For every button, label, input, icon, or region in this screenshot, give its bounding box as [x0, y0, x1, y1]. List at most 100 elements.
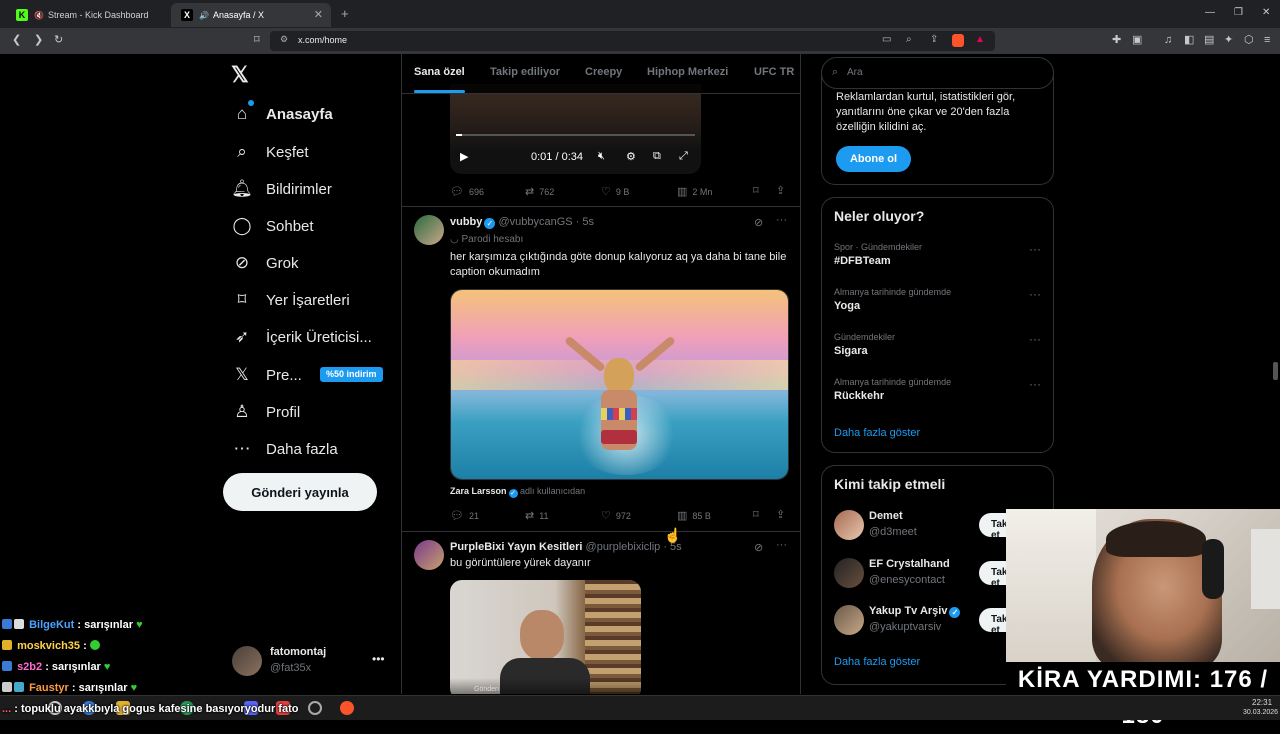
more-options-icon[interactable]: ··· — [1029, 377, 1041, 391]
fullscreen-icon[interactable]: ⤢ — [679, 150, 688, 163]
tab-ufc-tr[interactable]: UFC TR — [754, 66, 794, 78]
share-button[interactable]: ⇪ — [776, 184, 790, 197]
video-progress-track[interactable] — [456, 134, 695, 136]
minimize-icon[interactable]: — — [1205, 7, 1215, 18]
avatar[interactable] — [834, 605, 864, 635]
trend-item[interactable]: Gündemdekiler Sigara — [834, 332, 895, 357]
show-more-link[interactable]: Daha fazla göster — [834, 427, 920, 439]
share-button[interactable]: ⇪ — [776, 508, 790, 521]
brave-shield-icon[interactable] — [952, 34, 964, 47]
x-logo-icon[interactable]: 𝕏 — [231, 62, 249, 88]
clock-date[interactable]: 30.03.2026 — [1243, 709, 1278, 716]
video-player[interactable]: ▶ 0:01 / 0:34 🔇︎ ⚙ ⧉ ⤢ — [450, 84, 701, 174]
more-options-icon[interactable]: ··· — [1029, 242, 1041, 256]
trend-item[interactable]: Almanya tarihinde gündemde Yoga — [834, 287, 951, 312]
sidebar-item-bookmarks[interactable]: ⌑ Yer İşaretleri — [231, 285, 350, 315]
sidebar-item-grok[interactable]: ⊘ Grok — [231, 248, 299, 278]
tab-kick-dashboard[interactable]: K 🔇 Stream - Kick Dashboard — [6, 3, 168, 27]
avatar[interactable] — [414, 540, 444, 570]
menu-icon[interactable]: ≡ — [1264, 34, 1270, 46]
forward-icon[interactable]: ❯ — [34, 34, 43, 46]
more-options-icon[interactable]: ··· — [776, 214, 787, 226]
post-media[interactable]: Gönderi — [450, 580, 641, 694]
new-tab-button[interactable]: + — [341, 6, 349, 21]
tab-creepy[interactable]: Creepy — [585, 66, 622, 78]
brave-icon[interactable] — [340, 701, 354, 715]
more-options-icon[interactable]: ··· — [1029, 332, 1041, 346]
chat-username[interactable]: s2b2 — [17, 661, 42, 673]
more-options-icon[interactable]: ··· — [776, 539, 787, 551]
sidebar-item-profile[interactable]: ♙ Profil — [231, 397, 300, 427]
share-icon[interactable]: ⇪ — [930, 34, 938, 45]
bookmark-button[interactable]: ⌑ — [753, 184, 764, 197]
chat-username[interactable]: ... — [2, 703, 11, 715]
sidebar-item-premium[interactable]: 𝕏 Pre... — [231, 360, 302, 390]
tab-x-home[interactable]: X 🔊 Anasayfa / X ✕ — [171, 3, 331, 27]
author-handle[interactable]: @vubbycanGS · 5s — [498, 216, 594, 228]
suggest-name-row[interactable]: Yakup Tv Arşiv ✓ — [869, 605, 961, 618]
page-scrollbar[interactable] — [1273, 362, 1278, 380]
grok-icon[interactable]: ⊘ — [754, 216, 763, 229]
repost-button[interactable]: ⇄ 11 — [525, 509, 549, 522]
author-name[interactable]: PurpleBixi Yayın Kesitleri — [450, 541, 582, 553]
tab-for-you[interactable]: Sana özel — [414, 66, 465, 93]
post-media[interactable] — [450, 289, 789, 480]
tab-hiphop-merkezi[interactable]: Hiphop Merkezi — [647, 66, 728, 78]
url-field[interactable]: ⚙ x.com/home ▭ ⌕ ⇪ ▲ — [270, 31, 995, 51]
vpn-icon[interactable]: ⬡ — [1244, 34, 1254, 46]
sidebar-item-notifications[interactable]: 🔔︎ Bildirimler — [231, 174, 332, 204]
cast-icon[interactable]: ▭ — [882, 34, 891, 45]
like-button[interactable]: ♡ 972 — [601, 509, 631, 522]
grok-icon[interactable]: ⊘ — [754, 541, 763, 554]
mute-icon[interactable]: 🔇︎ — [598, 150, 605, 163]
bookmark-button[interactable]: ⌑ — [753, 508, 764, 521]
like-button[interactable]: ♡ 9 B — [601, 185, 629, 198]
play-icon[interactable]: ▶ — [460, 150, 468, 163]
tab-following[interactable]: Takip ediliyor — [490, 66, 560, 78]
wallet-icon[interactable]: ▤ — [1204, 34, 1214, 46]
trend-item[interactable]: Almanya tarihinde gündemde Rückkehr — [834, 377, 951, 402]
subscribe-button[interactable]: Abone ol — [836, 146, 911, 172]
pip-icon[interactable]: ⧉ — [653, 150, 661, 163]
repost-button[interactable]: ⇄ 762 — [525, 185, 554, 198]
chat-username[interactable]: moskvich35 — [17, 640, 80, 652]
clock-time[interactable]: 22:31 — [1252, 698, 1272, 707]
trend-item[interactable]: Spor · Gündemdekiler #DFBTeam — [834, 242, 922, 267]
reply-button[interactable]: 💬︎ 21 — [450, 509, 479, 522]
sidebar-item-creator[interactable]: ➶ İçerik Üreticisi... — [231, 322, 372, 352]
views-button[interactable]: ▥ 2 Mn — [677, 185, 712, 198]
site-info-icon[interactable]: ⚙ — [280, 34, 288, 45]
avatar[interactable] — [834, 558, 864, 588]
back-icon[interactable]: ❮ — [12, 34, 21, 46]
sidebar-item-more[interactable]: ⋯ Daha fazla — [231, 434, 338, 464]
chat-username[interactable]: Faustyr — [29, 682, 69, 694]
post-button[interactable]: Gönderi yayınla — [223, 473, 377, 511]
rewards-icon[interactable]: ▲ — [975, 34, 985, 45]
author-name[interactable]: vubby — [450, 216, 482, 228]
obs-icon[interactable] — [308, 701, 322, 715]
views-button[interactable]: ▥ 85 B — [677, 509, 711, 522]
sidebar-item-messages[interactable]: ◯ Sohbet — [231, 211, 313, 241]
account-avatar[interactable] — [232, 646, 262, 676]
zoom-icon[interactable]: ⌕ — [906, 34, 912, 45]
music-icon[interactable]: ♫ — [1164, 34, 1172, 46]
bookmark-page-icon[interactable]: ⌑ — [254, 34, 260, 46]
reply-button[interactable]: 💬︎ 696 — [450, 185, 484, 198]
suggest-name[interactable]: Demet — [869, 510, 903, 522]
close-window-icon[interactable]: ✕ — [1262, 7, 1270, 18]
avatar[interactable] — [414, 215, 444, 245]
settings-icon[interactable]: ⚙ — [626, 150, 636, 163]
close-tab-icon[interactable]: ✕ — [314, 8, 323, 21]
chat-username[interactable]: BilgeKut — [29, 619, 74, 631]
attribution-name[interactable]: Zara Larsson — [450, 486, 507, 496]
sidebar-item-home[interactable]: ⌂ Anasayfa — [231, 99, 333, 129]
tab-manager-icon[interactable]: ▣ — [1132, 34, 1142, 46]
sidebar-item-explore[interactable]: ⌕ Keşfet — [231, 137, 308, 167]
leo-icon[interactable]: ✦ — [1224, 34, 1233, 46]
reload-icon[interactable]: ↻ — [54, 34, 63, 46]
more-options-icon[interactable]: ··· — [1029, 287, 1041, 301]
extensions-icon[interactable]: ✚ — [1112, 34, 1121, 46]
account-menu-icon[interactable]: ••• — [372, 652, 385, 666]
maximize-icon[interactable]: ❐ — [1234, 7, 1243, 18]
show-more-link[interactable]: Daha fazla göster — [834, 656, 920, 668]
